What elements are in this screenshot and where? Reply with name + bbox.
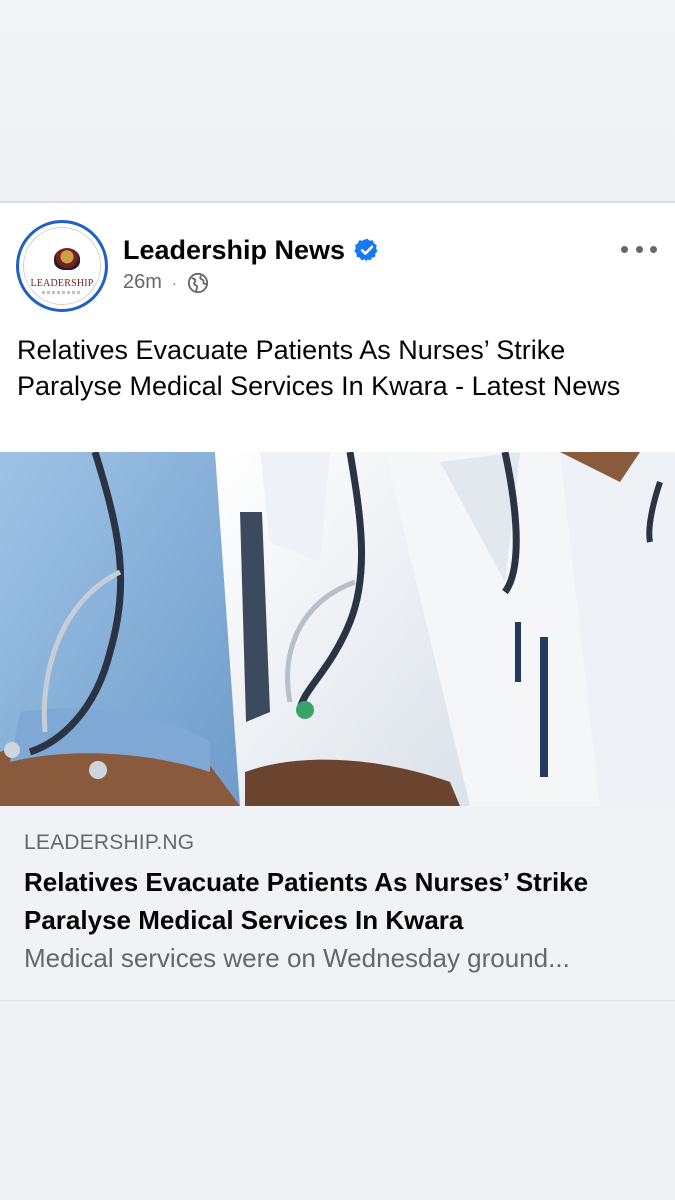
post-body-text: Relatives Evacuate Patients As Nurses’ S… [17, 335, 621, 401]
post-image[interactable] [0, 452, 675, 806]
logo-emblem-icon [54, 248, 80, 270]
globe-icon[interactable] [187, 272, 209, 294]
page-name-line: Leadership News [123, 233, 380, 267]
page-name[interactable]: Leadership News [123, 233, 345, 267]
avatar-logo: LEADERSHIP [23, 227, 101, 305]
link-preview-card[interactable]: LEADERSHIP.NG Relatives Evacuate Patient… [0, 806, 675, 1001]
more-dot [650, 245, 657, 253]
more-dot [635, 245, 643, 253]
link-description: Medical services were on Wednesday groun… [24, 943, 570, 973]
logo-subtext-decoration [42, 291, 82, 294]
more-options-icon[interactable] [621, 237, 657, 261]
logo-text: LEADERSHIP [30, 278, 94, 289]
more-dot [621, 245, 628, 253]
verified-badge-icon [354, 237, 380, 263]
post-meta: 26m · [123, 271, 209, 294]
link-title: Relatives Evacuate Patients As Nurses’ S… [24, 867, 589, 935]
screen: LEADERSHIP Leadership News 26m · Relativ… [0, 0, 675, 1200]
meta-separator: · [171, 274, 177, 291]
post-header: LEADERSHIP Leadership News 26m · [0, 203, 675, 323]
post-timestamp[interactable]: 26m [123, 271, 162, 294]
feed-post: LEADERSHIP Leadership News 26m · Relativ… [0, 201, 675, 1001]
link-domain: LEADERSHIP.NG [24, 831, 195, 854]
page-avatar[interactable]: LEADERSHIP [16, 220, 108, 312]
medical-staff-photo [0, 452, 675, 806]
